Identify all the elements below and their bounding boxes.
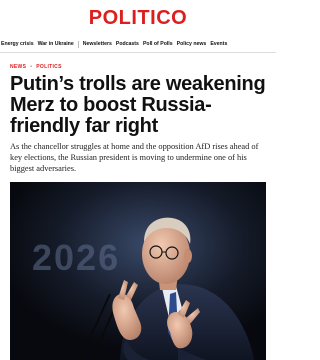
hero-illustration: 2026: [10, 182, 266, 360]
nav-item-energy-crisis[interactable]: Energy crisis: [0, 41, 36, 47]
nav-item-war-in-ukraine[interactable]: War in Ukraine: [36, 41, 76, 47]
hero-image: 2026: [10, 182, 266, 360]
article-headline: Putin’s trolls are weakening Merz to boo…: [10, 73, 266, 137]
masthead: POLITICO: [0, 0, 276, 37]
nav-item-poll-of-polls[interactable]: Poll of Polls: [141, 41, 175, 47]
article-kicker: NEWS • POLITICS: [10, 64, 62, 70]
nav-item-newsletters[interactable]: Newsletters: [81, 41, 114, 47]
article-dek: As the chancellor struggles at home and …: [10, 142, 259, 174]
nav-divider-line: [0, 52, 276, 53]
politico-logo[interactable]: POLITICO: [89, 7, 187, 30]
kicker-politics-link[interactable]: POLITICS: [36, 64, 61, 70]
nav-item-podcasts[interactable]: Podcasts: [114, 41, 141, 47]
backdrop-text: 2026: [32, 237, 120, 278]
top-nav: Energy crisis War in Ukraine Newsletters…: [0, 38, 276, 50]
nav-item-events[interactable]: Events: [208, 41, 229, 47]
kicker-news-link[interactable]: NEWS: [10, 64, 26, 70]
kicker-separator: •: [30, 64, 33, 70]
nav-divider: [77, 40, 79, 48]
nav-item-policy-news[interactable]: Policy news: [175, 41, 209, 47]
